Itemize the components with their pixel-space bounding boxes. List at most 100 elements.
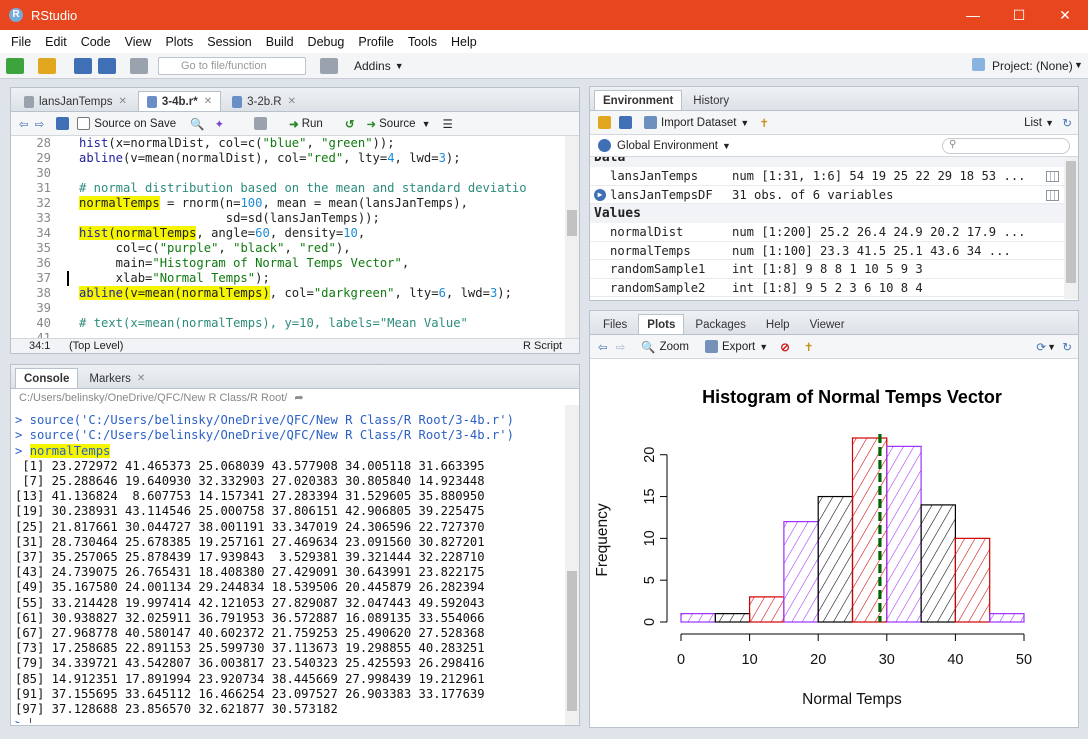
grid-layout-icon[interactable] (320, 57, 338, 74)
refresh-icon[interactable]: ↻ (1062, 340, 1072, 354)
forward-arrow-icon[interactable]: ⇨ (35, 117, 45, 131)
load-workspace-icon[interactable] (598, 116, 611, 129)
environment-search-input[interactable]: ⚲ (942, 137, 1070, 154)
close-icon[interactable]: ✕ (119, 92, 127, 112)
y-tick-label: 15 (642, 488, 658, 504)
environment-scrollbar[interactable] (1064, 157, 1078, 299)
addins-menu[interactable]: Addins (354, 59, 391, 73)
variable-value: int [1:8] 9 5 2 3 6 10 8 4 (732, 280, 923, 295)
rerun-icon[interactable]: ↺ (345, 117, 355, 131)
menu-build[interactable]: Build (259, 35, 301, 49)
compile-report-icon[interactable] (254, 117, 268, 130)
console-scrollbar-thumb[interactable] (567, 571, 577, 711)
list-view-selector[interactable]: List (1024, 117, 1042, 129)
tab-editor-file[interactable]: 3-4b.r* ✕ (137, 91, 222, 112)
close-icon[interactable]: ✕ (137, 369, 145, 389)
expand-icon[interactable]: ▶ (594, 188, 606, 201)
tab-plots[interactable]: Plots (638, 314, 685, 334)
menu-plots[interactable]: Plots (158, 35, 200, 49)
close-icon[interactable]: ✕ (204, 92, 212, 112)
view-table-icon[interactable] (1046, 189, 1059, 201)
view-table-icon[interactable] (1046, 171, 1059, 182)
import-dataset-button[interactable]: Import Dataset (661, 117, 736, 129)
tab-packages[interactable]: Packages (686, 314, 755, 334)
previous-plot-icon[interactable]: ⇦ (598, 340, 608, 354)
close-icon[interactable]: ✕ (288, 92, 296, 112)
tab-console[interactable]: Console (15, 368, 79, 388)
line-number: 31 (36, 181, 51, 195)
environment-row[interactable]: randomSample2 int [1:8] 9 5 2 3 6 10 8 4 (590, 279, 1064, 297)
open-project-icon[interactable] (38, 57, 56, 74)
tab-editor-file[interactable]: lansJanTemps ✕ (15, 91, 136, 111)
project-menu[interactable]: Project: (None) (992, 59, 1073, 73)
tab-help[interactable]: Help (757, 314, 799, 334)
editor-scrollbar-thumb[interactable] (567, 210, 577, 236)
menu-edit[interactable]: Edit (38, 35, 74, 49)
tab-markers[interactable]: Markers ✕ (80, 368, 154, 388)
menu-session[interactable]: Session (200, 35, 258, 49)
maximize-button[interactable]: ☐ (996, 0, 1042, 30)
code-area[interactable]: 28 29 30 31 32 33 34 35 36 37 38 39 40 41 hist(x=norm… (11, 136, 565, 338)
magic-wand-icon[interactable]: ✦ (214, 117, 224, 131)
export-button[interactable]: Export (722, 341, 755, 353)
tab-editor-file[interactable]: 3-2b.R ✕ (223, 91, 305, 111)
environment-row[interactable]: normalDist num [1:200] 25.2 26.4 24.9 20.… (590, 223, 1064, 242)
minimize-button[interactable]: — (950, 0, 996, 30)
histogram-bar (817, 495, 854, 623)
source-button[interactable]: Source (379, 118, 415, 130)
file-type-selector[interactable]: R Script (523, 339, 562, 353)
scope-selector[interactable]: (Top Level) (69, 339, 123, 353)
tab-files[interactable]: Files (594, 314, 636, 334)
variable-value: num [1:200] 25.2 26.4 24.9 20.2 17.9 ... (732, 225, 1026, 239)
menu-debug[interactable]: Debug (301, 35, 352, 49)
menu-code[interactable]: Code (74, 35, 118, 49)
console-output[interactable]: > source('C:/Users/belinsky/OneDrive/QFC… (15, 405, 563, 723)
new-file-icon[interactable] (6, 57, 24, 74)
next-plot-icon[interactable]: ⇨ (616, 340, 626, 354)
refresh-icon[interactable]: ↻ (1062, 116, 1072, 130)
menu-profile[interactable]: Profile (351, 35, 400, 49)
environment-row[interactable]: normalTemps num [1:100] 23.3 41.5 25.1 43… (590, 242, 1064, 260)
code-text[interactable]: hist(x=normalDist, col=c("blue", "green"… (79, 136, 527, 331)
environment-scope-selector[interactable]: Global Environment (617, 140, 718, 152)
publish-icon[interactable]: ⟳ (1036, 340, 1046, 354)
variable-name: normalDist (610, 225, 684, 239)
console-output-line: [37] 35.257065 25.878439 17.939843 3.529… (15, 550, 485, 565)
save-icon[interactable] (74, 57, 92, 74)
save-workspace-icon[interactable] (619, 116, 632, 129)
zoom-button[interactable]: Zoom (660, 341, 689, 353)
environment-scrollbar-thumb[interactable] (1066, 161, 1076, 283)
menu-view[interactable]: View (118, 35, 159, 49)
back-arrow-icon[interactable]: ⇦ (19, 117, 29, 131)
broom-icon[interactable]: ✝ (804, 340, 814, 354)
save-icon[interactable] (56, 117, 70, 130)
r-environment-icon (598, 139, 611, 152)
remove-plot-icon[interactable]: ⊘ (780, 340, 790, 354)
save-all-icon[interactable] (98, 57, 116, 74)
close-window-button[interactable]: ✕ (1042, 0, 1088, 30)
editor-scrollbar[interactable] (565, 136, 579, 338)
editor-status-bar: 34:1 (Top Level) R Script (11, 338, 579, 353)
goto-file-input[interactable]: Go to file/function (158, 56, 306, 75)
histogram-bar (989, 613, 1025, 623)
go-to-directory-icon[interactable]: ➦ (294, 392, 303, 404)
menu-file[interactable]: File (4, 35, 38, 49)
environment-row[interactable]: ▶ lansJanTempsDF 31 obs. of 6 variables (590, 186, 1064, 204)
source-on-save-checkbox[interactable] (77, 117, 91, 130)
print-icon[interactable] (130, 57, 148, 74)
broom-icon[interactable]: ✝ (759, 116, 769, 130)
tab-viewer[interactable]: Viewer (801, 314, 854, 334)
variable-value: int [1:8] 9 8 8 1 10 5 9 3 (732, 262, 923, 276)
y-tick-label: 10 (642, 530, 658, 546)
menu-tools[interactable]: Tools (401, 35, 444, 49)
console-scrollbar[interactable] (565, 405, 579, 725)
environment-row[interactable]: lansJanTemps num [1:31, 1:6] 54 19 25 22 … (590, 167, 1064, 186)
menu-help[interactable]: Help (444, 35, 484, 49)
run-button[interactable]: Run (302, 118, 323, 130)
outline-icon[interactable]: ☰ (442, 117, 452, 131)
title-bar: R RStudio — ☐ ✕ (0, 0, 1088, 30)
tab-environment[interactable]: Environment (594, 90, 683, 110)
search-icon[interactable]: 🔍 (190, 117, 204, 131)
tab-history[interactable]: History (684, 90, 738, 110)
environment-row[interactable]: randomSample1 int [1:8] 9 8 8 1 10 5 9 3 (590, 260, 1064, 279)
